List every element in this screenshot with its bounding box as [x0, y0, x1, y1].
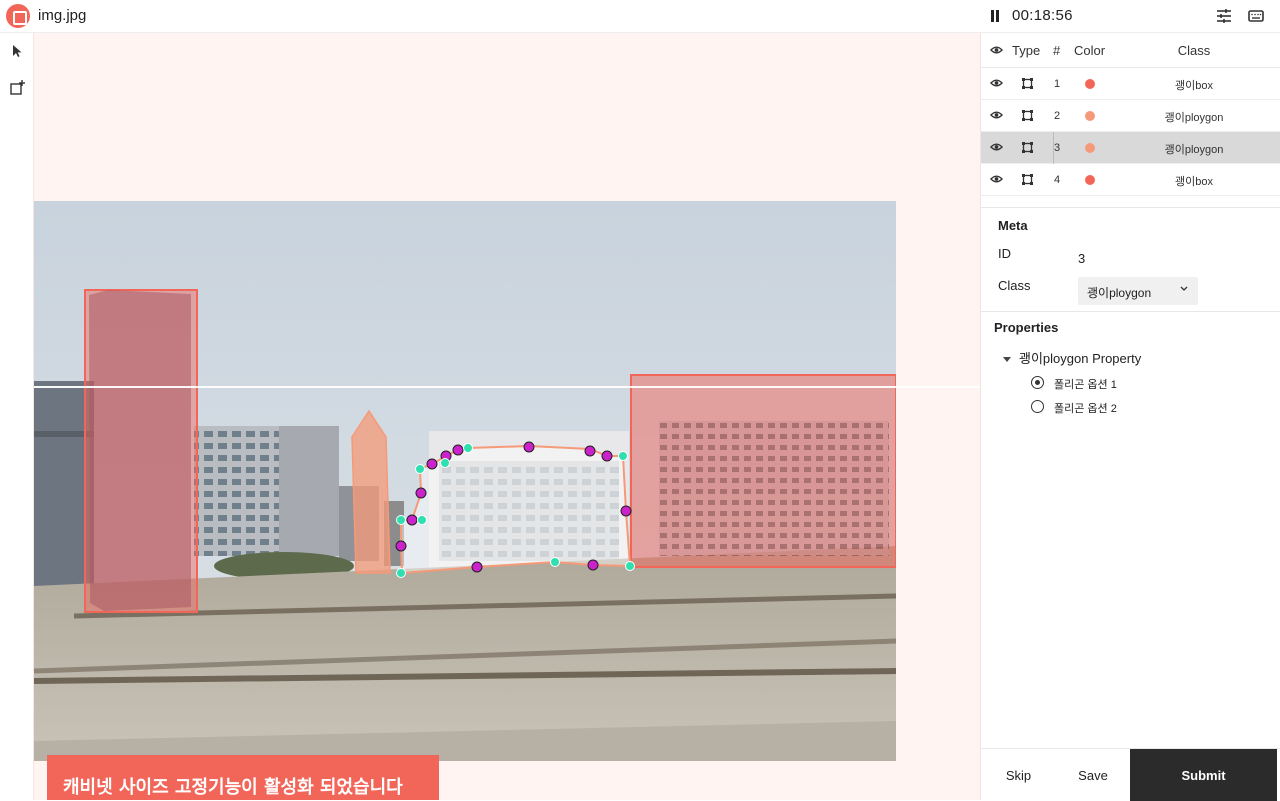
class-select-value: 괭이ploygon [1087, 286, 1152, 300]
skip-button[interactable]: Skip [981, 749, 1056, 801]
meta-class-label: Class [998, 278, 1031, 293]
bounding-box-icon [1022, 110, 1033, 121]
eye-icon[interactable] [990, 174, 1003, 184]
save-button[interactable]: Save [1056, 749, 1130, 801]
meta-title: Meta [998, 218, 1028, 233]
eye-icon[interactable] [990, 142, 1003, 152]
annotation-row[interactable]: 1 괭이box [981, 68, 1280, 100]
color-dot [1085, 175, 1095, 185]
bounding-box-icon [1022, 174, 1033, 185]
header-type: Type [1012, 43, 1041, 58]
row-class: 괭이ploygon [1164, 144, 1224, 156]
chevron-down-icon [1180, 286, 1188, 291]
bounding-box-icon [1022, 142, 1033, 153]
header-class: Class [1177, 43, 1211, 58]
color-dot [1085, 79, 1095, 89]
row-class: 괭이ploygon [1164, 112, 1224, 124]
divider [981, 207, 1280, 208]
radio-option-label: 폴리곤 옵션 2 [1054, 403, 1117, 415]
meta-id-value: 3 [1078, 251, 1086, 266]
bounding-box-icon [1022, 78, 1033, 89]
property-group-label: 괭이ploygon Property [1019, 351, 1142, 366]
annotation-row[interactable]: 2 괭이ploygon [981, 100, 1280, 132]
eye-icon[interactable] [990, 45, 1003, 55]
header-color: Color [1074, 43, 1106, 58]
annotation-canvas[interactable]: 캐비넷 사이즈 고정기능이 활성화 되었습니다 [34, 33, 980, 800]
caret-down-icon [1003, 357, 1011, 363]
left-toolbar [0, 33, 34, 800]
pointer-icon[interactable] [7, 41, 27, 61]
panel-footer: Skip Save Submit [981, 748, 1280, 801]
file-name: img.jpg [38, 7, 87, 24]
properties-title: Properties [994, 320, 1059, 335]
toast-notification: 캐비넷 사이즈 고정기능이 활성화 되었습니다 [47, 755, 439, 800]
annotation-row[interactable]: 4 괭이box [981, 164, 1280, 196]
annotation-table-header: Type # Color Class [981, 33, 1280, 68]
row-number: 3 [1054, 142, 1061, 154]
row-number: 4 [1054, 174, 1061, 186]
eye-icon[interactable] [990, 110, 1003, 120]
color-dot [1085, 111, 1095, 121]
logo-icon [6, 4, 30, 28]
top-bar: img.jpg 00:18:56 [0, 0, 1280, 33]
annotation-polygon-2 [351, 409, 391, 574]
color-dot [1085, 143, 1095, 153]
annotation-row[interactable]: 3 괭이ploygon [981, 132, 1280, 164]
radio-unchecked-icon [1031, 400, 1044, 413]
pause-icon[interactable] [990, 10, 1001, 22]
radio-option-label: 폴리곤 옵션 1 [1054, 379, 1117, 391]
eye-icon[interactable] [990, 78, 1003, 88]
keyboard-icon[interactable] [1247, 8, 1265, 24]
submit-button[interactable]: Submit [1130, 749, 1277, 801]
crosshair-line [34, 386, 980, 388]
class-select[interactable]: 괭이ploygon [1078, 277, 1198, 305]
radio-checked-icon [1031, 376, 1044, 389]
property-group[interactable]: 괭이ploygon Property [1003, 348, 1141, 367]
divider [981, 311, 1280, 312]
add-box-icon[interactable] [7, 78, 27, 98]
rooftop-photo [34, 201, 896, 761]
row-class: 괭이box [1175, 80, 1213, 92]
timer: 00:18:56 [1012, 7, 1073, 24]
row-class: 괭이box [1175, 176, 1213, 188]
meta-id-label: ID [998, 246, 1011, 261]
row-number: 2 [1054, 110, 1061, 122]
sliders-icon[interactable] [1215, 8, 1233, 24]
right-panel: Type # Color Class 1 괭이box 2 괭이ploygon 3 괭이pl… [980, 33, 1280, 801]
row-number: 1 [1054, 78, 1061, 90]
header-num: # [1053, 43, 1061, 58]
